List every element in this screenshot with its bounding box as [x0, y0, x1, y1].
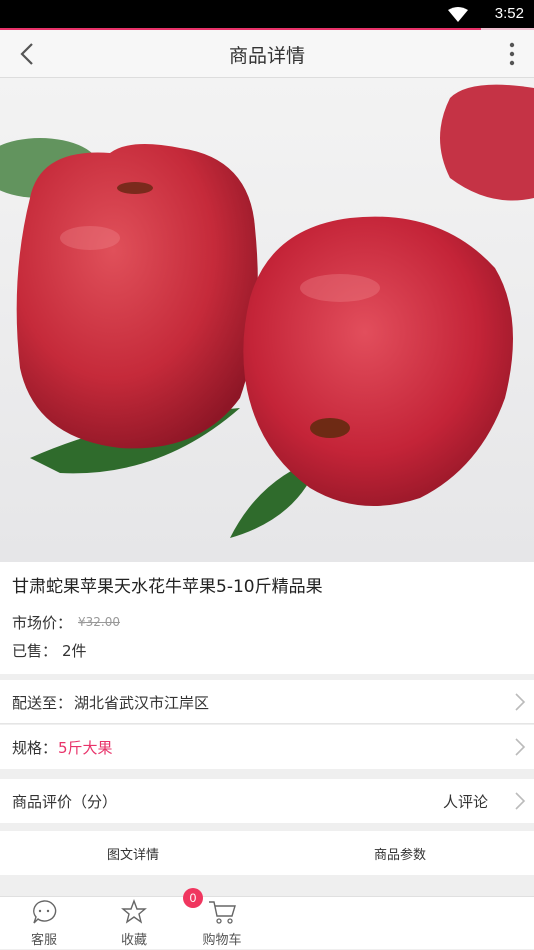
wifi-icon: [448, 7, 468, 22]
customer-service-label: 客服: [30, 933, 57, 948]
product-name: 甘肃蛇果苹果天水花牛苹果5-10斤精品果: [12, 577, 323, 597]
sold-value: 2件: [62, 642, 87, 660]
reviews-label: 商品评价（分）: [12, 793, 118, 811]
chat-bubble-icon: [33, 900, 57, 924]
app-header: 商品详情: [0, 30, 534, 78]
sold-label: 已售：: [12, 642, 58, 660]
product-photo-apples: [0, 78, 534, 562]
tab-product-params[interactable]: 商品参数: [374, 844, 426, 863]
reviews-row[interactable]: 商品评价（分） 人评论: [0, 779, 534, 823]
reviews-count: 人评论: [443, 793, 489, 811]
cart-count-badge: 0: [183, 888, 203, 908]
favorite-label: 收藏: [120, 933, 147, 948]
spec-row[interactable]: 规格： 5斤大果: [0, 725, 534, 769]
status-time: 3:52: [494, 5, 524, 22]
detail-tabs: 图文详情 商品参数: [0, 831, 534, 875]
product-info: 甘肃蛇果苹果天水花牛苹果5-10斤精品果 市场价： ¥32.00 已售： 2件: [0, 562, 534, 674]
chevron-right-icon: [515, 738, 526, 756]
market-price-value: ¥32.00: [78, 615, 120, 629]
page-title: 商品详情: [228, 45, 305, 67]
customer-service-button[interactable]: 客服: [14, 897, 74, 950]
delivery-address: 湖北省武汉市江岸区: [74, 694, 210, 712]
spec-label: 规格：: [12, 739, 58, 757]
more-vert-icon[interactable]: [504, 40, 520, 68]
favorite-button[interactable]: 收藏: [104, 897, 164, 950]
market-price-label: 市场价：: [12, 614, 73, 632]
chevron-right-icon: [515, 693, 526, 711]
bottom-action-bar: 客服 收藏 购物车: [0, 896, 534, 949]
chevron-right-icon: [515, 792, 526, 810]
spec-value: 5斤大果: [58, 739, 113, 757]
status-bar: 3:52: [0, 0, 534, 28]
cart-button[interactable]: 购物车: [192, 897, 252, 950]
shopping-cart-icon: [209, 901, 236, 924]
product-image[interactable]: [0, 78, 534, 562]
tab-image-text-details[interactable]: 图文详情: [107, 844, 159, 863]
delivery-row[interactable]: 配送至： 湖北省武汉市江岸区: [0, 680, 534, 724]
cart-label: 购物车: [202, 933, 242, 948]
delivery-label: 配送至：: [12, 694, 73, 712]
star-icon: [121, 899, 147, 924]
